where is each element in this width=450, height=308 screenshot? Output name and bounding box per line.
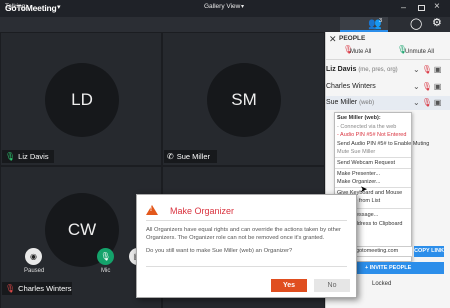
person-name: Liz Davis (326, 66, 357, 73)
close-icon[interactable]: ✕ (329, 34, 337, 45)
participant-name-tag: 🎙 Charles Winters (2, 282, 72, 295)
chevron-down-icon[interactable]: ⌄ (413, 82, 422, 91)
microphone-icon: 🎙 (5, 152, 16, 161)
list-item[interactable]: Sue Miller (web) (326, 99, 374, 106)
menu-info: - Audio PIN #5# Not Entered (337, 132, 407, 138)
maximize-icon[interactable] (418, 5, 425, 11)
menu-separator (335, 157, 411, 158)
divider (326, 59, 450, 60)
person-status-icons: ⌄🎙▣ (413, 98, 443, 107)
list-item[interactable]: Liz Davis (me, pres, org) (326, 66, 398, 73)
participant-name: Charles Winters (18, 284, 72, 293)
microphone-muted-icon[interactable]: 🎙 (422, 98, 434, 107)
panel-title: PEOPLE (339, 35, 366, 42)
menu-item-make-organizer[interactable]: Make Organizer... (337, 179, 380, 185)
mute-all-button[interactable]: Mute All (350, 49, 371, 55)
person-name: Charles Winters (326, 83, 376, 90)
close-window-icon[interactable]: × (434, 1, 440, 12)
camera-button[interactable]: ◉ (25, 248, 42, 265)
meeting-toolbar (0, 17, 325, 32)
menu-item-send-pin[interactable]: Send Audio PIN #5# to Enable Muting (337, 141, 429, 147)
chevron-down-icon[interactable]: ▾ (241, 3, 244, 10)
person-detail: (web) (359, 100, 375, 106)
view-selector[interactable]: Gallery View (204, 3, 240, 10)
participant-name: Sue Miller (176, 152, 211, 161)
chevron-down-icon[interactable]: ▾ (57, 3, 61, 11)
no-button[interactable]: No (314, 279, 350, 292)
microphone-muted-icon[interactable]: 🎙 (422, 65, 434, 74)
unmute-all-button[interactable]: Unmute All (405, 49, 434, 55)
participant-name: Liz Davis (18, 152, 49, 161)
menu-separator (335, 187, 411, 188)
talking-indicator: Talking: (5, 3, 28, 10)
invite-people-button[interactable]: + INVITE PEOPLE (357, 262, 444, 274)
copy-link-button[interactable]: COPY LINK (414, 246, 444, 257)
person-status-icons: ⌄🎙▣ (413, 82, 443, 91)
webcam-icon: ▣ (433, 65, 444, 74)
dialog-title: Make Organizer (170, 206, 235, 216)
gear-icon[interactable]: ⚙ (432, 16, 442, 29)
meeting-link-field[interactable]: gotomeeting.com (353, 246, 413, 257)
chevron-down-icon[interactable]: ⌄ (413, 98, 422, 107)
menu-item-make-presenter[interactable]: Make Presenter... (337, 171, 380, 177)
participant-name-tag: 🎙 Liz Davis (2, 150, 54, 163)
warning-icon (146, 205, 158, 215)
dialog-message: All Organizers have equal rights and can… (146, 227, 341, 241)
chevron-down-icon[interactable]: ⌄ (413, 65, 422, 74)
menu-item-webcam-request[interactable]: Send Webcam Request (337, 160, 395, 166)
lock-status: Locked (372, 281, 392, 287)
dialog-divider (146, 266, 347, 267)
mouse-cursor-icon: ➤ (360, 184, 368, 194)
phone-icon: ✆ (167, 152, 174, 161)
menu-info: - Connected via the web (337, 124, 397, 130)
list-item[interactable]: Charles Winters (326, 83, 376, 90)
menu-header: Sue Miller (web): (337, 115, 381, 121)
microphone-muted-icon[interactable]: 🎙 (422, 82, 434, 91)
dialog-question: Do you still want to make Sue Miller (we… (146, 248, 293, 254)
webcam-icon: ▣ (433, 82, 444, 91)
mic-button[interactable]: 🎙 (97, 248, 114, 265)
chat-icon[interactable]: ◯ (410, 17, 422, 30)
dialog-divider (146, 220, 347, 221)
person-detail: (me, pres, org) (358, 67, 398, 73)
people-count-badge: 3 (379, 18, 383, 24)
camera-button-label: Paused (24, 268, 45, 274)
webcam-icon: ▣ (433, 98, 444, 107)
microphone-muted-icon: 🎙 (5, 284, 16, 293)
warning-mark: ! (150, 207, 152, 213)
participant-name-tag: ✆ Sue Miller (164, 150, 217, 163)
avatar: LD (45, 63, 119, 137)
mic-button-label: Mic (101, 268, 111, 274)
person-name: Sue Miller (326, 99, 358, 106)
avatar: SM (207, 63, 281, 137)
minimize-icon[interactable]: – (401, 2, 406, 12)
menu-item-mute[interactable]: Mute Sue Miller (337, 149, 375, 155)
person-status-icons: ⌄🎙▣ (413, 65, 443, 74)
menu-separator (335, 168, 411, 169)
yes-button[interactable]: Yes (271, 279, 307, 292)
